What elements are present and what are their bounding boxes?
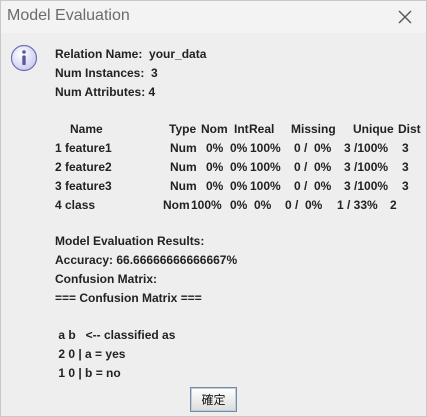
table-row-4-int: 0% xyxy=(230,198,248,212)
col-header-dist: Dist xyxy=(398,122,421,136)
col-header-name: Name xyxy=(70,122,103,136)
table-row-1-dist: 3 xyxy=(402,141,409,155)
evaluation-output: Relation Name: your_data Num Instances: … xyxy=(55,45,421,383)
table-row-3-int: 0% xyxy=(230,179,248,193)
attribute-summary-table: Name Type Nom Int Real Missing Unique Di… xyxy=(55,120,421,212)
table-row-3-missing: 0 / 0% xyxy=(294,179,332,193)
col-header-type: Type xyxy=(169,122,197,136)
table-row-2-type: Num xyxy=(170,160,197,174)
table-row-4-unique: 1 / 33% xyxy=(337,198,378,212)
col-header-nom: Nom xyxy=(201,122,228,136)
confusion-matrix-title: === Confusion Matrix === xyxy=(55,291,202,305)
accuracy-line: Accuracy: 66.66666666666667% xyxy=(55,253,238,267)
results-heading: Model Evaluation Results: xyxy=(55,234,205,248)
table-row-1-name: 1 feature1 xyxy=(55,141,112,155)
table-row-4-name: 4 class xyxy=(55,198,96,212)
table-row-4-missing: 0 / 0% xyxy=(285,198,323,212)
table-row-4-type: Nom xyxy=(163,198,190,212)
table-row-2-nom: 0% xyxy=(206,160,224,174)
close-button[interactable] xyxy=(390,3,420,31)
table-row-3-unique: 3 /100% xyxy=(344,179,389,193)
matrix-row-a: 2 0 | a = yes xyxy=(55,347,126,361)
table-row-3-name: 3 feature3 xyxy=(55,179,112,193)
table-row-3-real: 100% xyxy=(250,179,281,193)
table-row-3-nom: 0% xyxy=(206,179,224,193)
table-row-3-type: Num xyxy=(170,179,197,193)
col-header-missing: Missing xyxy=(291,122,336,136)
matrix-row-b: 1 0 | b = no xyxy=(55,366,121,380)
col-header-int: Int xyxy=(234,122,249,136)
num-instances: Num Instances: 3 xyxy=(55,66,158,80)
table-row-4-nom: 100% xyxy=(191,198,222,212)
table-row-2-real: 100% xyxy=(250,160,281,174)
table-row-1-real: 100% xyxy=(250,141,281,155)
matrix-header: a b <-- classified as xyxy=(55,328,176,342)
table-row-1-nom: 0% xyxy=(206,141,224,155)
info-icon xyxy=(10,44,38,72)
relation-name: Relation Name: your_data xyxy=(55,47,207,61)
model-evaluation-dialog: Model Evaluation Relation Name: your_dat… xyxy=(0,0,427,417)
table-row-2-missing: 0 / 0% xyxy=(294,160,332,174)
table-row-4-real: 0% xyxy=(254,198,272,212)
col-header-real: Real xyxy=(249,122,275,136)
title-bar: Model Evaluation xyxy=(1,1,426,33)
table-row-1-missing: 0 / 0% xyxy=(294,141,332,155)
table-row-1-int: 0% xyxy=(230,141,248,155)
window-title: Model Evaluation xyxy=(7,7,130,24)
table-row-1-unique: 3 /100% xyxy=(344,141,389,155)
table-row-2-name: 2 feature2 xyxy=(55,160,112,174)
table-row-4-dist: 2 xyxy=(390,198,397,212)
table-row-2-int: 0% xyxy=(230,160,248,174)
table-row-2-unique: 3 /100% xyxy=(344,160,389,174)
close-icon xyxy=(398,10,412,24)
confusion-matrix-label: Confusion Matrix: xyxy=(55,272,157,286)
col-header-unique: Unique xyxy=(353,122,394,136)
table-row-1-type: Num xyxy=(170,141,197,155)
ok-button[interactable]: 確定 xyxy=(190,387,237,412)
table-row-2-dist: 3 xyxy=(402,160,409,174)
table-row-3-dist: 3 xyxy=(402,179,409,193)
num-attributes: Num Attributes: 4 xyxy=(55,85,156,99)
